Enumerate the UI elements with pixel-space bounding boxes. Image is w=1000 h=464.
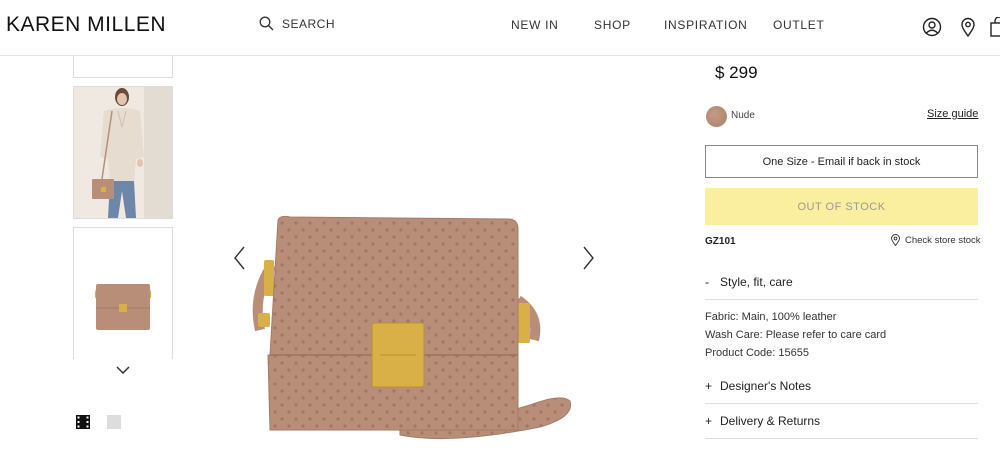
thumbnail-bag[interactable] (73, 227, 173, 359)
accordion-delivery-label: Delivery & Returns (720, 414, 821, 428)
gallery-prev-icon[interactable] (232, 245, 248, 271)
check-store-stock-label: Check store stock (905, 234, 981, 246)
color-name: Nude (731, 110, 755, 121)
product-price: $ 299 (715, 63, 758, 82)
detail-fabric: Fabric: Main, 100% leather (705, 311, 837, 323)
thumbnail-model[interactable] (73, 86, 173, 219)
nav-outlet[interactable]: OUTLET (773, 18, 825, 32)
accordion-collapse-sign: - (705, 275, 709, 289)
detail-wash-care: Wash Care: Please refer to care card (705, 329, 887, 341)
film-view-icon[interactable] (76, 415, 90, 429)
nav-new-in[interactable]: NEW IN (511, 18, 559, 32)
size-selector[interactable]: One Size - Email if back in stock (705, 145, 978, 178)
check-store-stock-link[interactable]: Check store stock (890, 234, 981, 246)
bag-thumbnail-image (94, 284, 152, 330)
search-icon (259, 16, 274, 31)
nav-inspiration[interactable]: INSPIRATION (664, 18, 748, 32)
accordion-style-label: Style, fit, care (720, 275, 793, 289)
accordion-style-fit-care[interactable]: - Style, fit, care (705, 275, 978, 300)
search-label: SEARCH (282, 16, 336, 31)
thumbnail-scroll-down-icon[interactable] (114, 362, 132, 378)
color-swatch-nude[interactable] (706, 106, 727, 127)
product-sku: GZ101 (705, 236, 736, 247)
image-view-icon[interactable] (107, 415, 121, 429)
account-icon[interactable] (922, 17, 942, 37)
detail-product-code: Product Code: 15655 (705, 347, 809, 359)
nav-shop[interactable]: SHOP (594, 18, 631, 32)
product-page: KAREN MILLEN SEARCH NEW IN SHOP INSPIRAT… (0, 0, 1000, 464)
shopping-bag-icon[interactable] (990, 17, 1000, 37)
size-guide-link[interactable]: Size guide (927, 108, 978, 120)
brand-logo[interactable]: KAREN MILLEN (6, 13, 166, 37)
gallery-next-icon[interactable] (580, 245, 596, 271)
location-pin-icon (891, 234, 900, 246)
search-button[interactable]: SEARCH (259, 16, 335, 31)
out-of-stock-label: OUT OF STOCK (797, 200, 886, 213)
accordion-delivery-returns[interactable]: + Delivery & Returns (705, 414, 978, 439)
store-locator-icon[interactable] (958, 17, 978, 37)
main-product-image (252, 215, 572, 440)
accordion-designers-label: Designer's Notes (720, 379, 811, 393)
size-option-label: One Size - Email if back in stock (762, 155, 921, 168)
accordion-expand-sign: + (705, 379, 713, 393)
site-header: KAREN MILLEN SEARCH NEW IN SHOP INSPIRAT… (0, 0, 1000, 56)
accordion-expand-sign: + (705, 414, 713, 428)
thumbnail-front[interactable] (73, 56, 173, 78)
model-image (74, 87, 172, 218)
accordion-designers-notes[interactable]: + Designer's Notes (705, 379, 978, 404)
out-of-stock-button[interactable]: OUT OF STOCK (705, 188, 978, 225)
